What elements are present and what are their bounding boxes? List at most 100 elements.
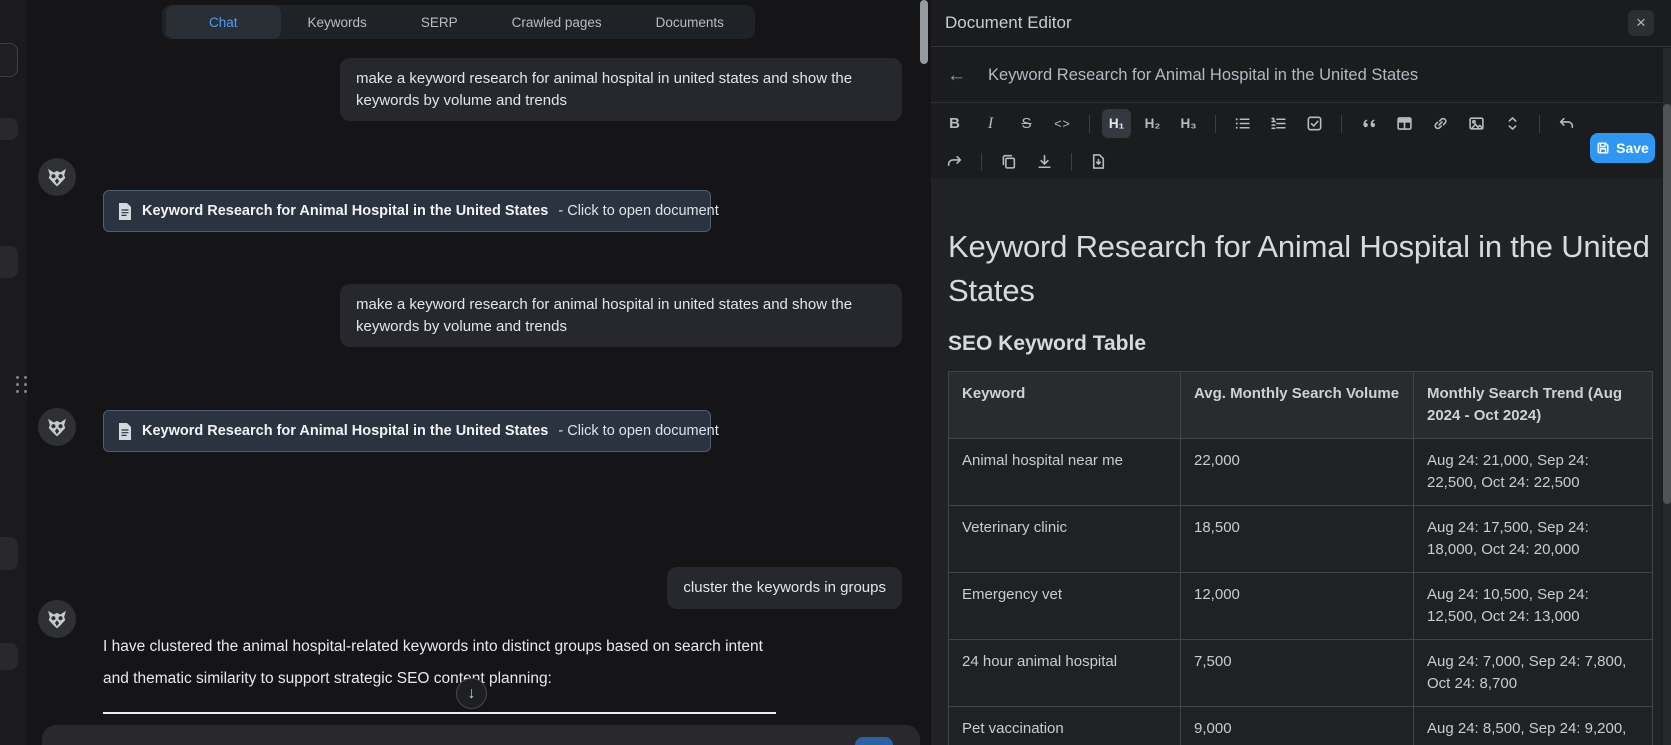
- task-list-icon: [1307, 116, 1322, 131]
- image-button[interactable]: [1462, 109, 1491, 138]
- cell-volume[interactable]: 7,500: [1180, 639, 1414, 707]
- scroll-to-bottom-button[interactable]: ↓: [456, 678, 487, 709]
- user-message-bubble: make a keyword research for animal hospi…: [340, 58, 902, 121]
- heading1-button[interactable]: H₁: [1102, 109, 1131, 138]
- toolbar-divider: [981, 152, 982, 171]
- save-icon: [1597, 142, 1609, 154]
- column-header-trend[interactable]: Monthly Search Trend (Aug 2024 - Oct 202…: [1413, 371, 1653, 439]
- cell-trend[interactable]: Aug 24: 7,000, Sep 24: 7,800, Oct 24: 8,…: [1413, 639, 1653, 707]
- bullet-list-button[interactable]: [1228, 109, 1257, 138]
- cell-volume[interactable]: 22,000: [1180, 438, 1414, 506]
- save-button-label: Save: [1616, 140, 1649, 156]
- owl-logo-icon: [48, 168, 66, 187]
- toolbar-divider: [1341, 114, 1342, 133]
- tab-chat[interactable]: Chat: [166, 5, 281, 39]
- user-message-bubble: cluster the keywords in groups: [667, 567, 902, 609]
- cell-keyword[interactable]: Veterinary clinic: [948, 505, 1181, 573]
- chat-panel: Chat Keywords SERP Crawled pages Documen…: [27, 0, 931, 745]
- tab-keywords[interactable]: Keywords: [281, 5, 394, 39]
- editor-toolbar-row-1: B I S <> H₁ H₂ H₃: [940, 109, 1581, 138]
- column-header-keyword[interactable]: Keyword: [948, 371, 1181, 439]
- assistant-avatar: [38, 408, 76, 446]
- document-link-card[interactable]: Keyword Research for Animal Hospital in …: [103, 190, 719, 232]
- ordered-list-button[interactable]: [1264, 109, 1293, 138]
- toolbar-divider: [1539, 114, 1540, 133]
- heading2-button[interactable]: H₂: [1138, 109, 1167, 138]
- cell-keyword[interactable]: Animal hospital near me: [948, 438, 1181, 506]
- copy-button[interactable]: [994, 147, 1023, 176]
- code-button[interactable]: <>: [1048, 109, 1077, 138]
- document-link-title: Keyword Research for Animal Hospital in …: [142, 423, 549, 439]
- download-button[interactable]: [1030, 147, 1059, 176]
- assistant-message-text: I have clustered the animal hospital-rel…: [103, 638, 763, 687]
- blockquote-button[interactable]: [1354, 109, 1383, 138]
- message-divider: [103, 712, 776, 714]
- vertical-spacing-icon: [1508, 117, 1517, 130]
- cell-trend[interactable]: Aug 24: 21,000, Sep 24: 22,500, Oct 24: …: [1413, 438, 1653, 506]
- save-button[interactable]: Save: [1590, 133, 1655, 163]
- strikethrough-button[interactable]: S: [1012, 109, 1041, 138]
- document-heading[interactable]: Keyword Research for Animal Hospital in …: [948, 225, 1654, 313]
- quote-icon: [1363, 119, 1376, 128]
- editor-doc-title: Keyword Research for Animal Hospital in …: [988, 65, 1419, 84]
- task-list-button[interactable]: [1300, 109, 1329, 138]
- table-row: Pet vaccination 9,000 Aug 24: 8,500, Sep…: [948, 706, 1653, 745]
- document-icon: [119, 422, 131, 440]
- editor-scrollbar-track[interactable]: [1663, 48, 1671, 745]
- redo-icon: [947, 155, 962, 167]
- document-link-hint: - Click to open document: [558, 423, 719, 439]
- tab-serp[interactable]: SERP: [394, 5, 485, 39]
- table-row: Veterinary clinic 18,500 Aug 24: 17,500,…: [948, 505, 1653, 573]
- cell-trend[interactable]: Aug 24: 10,500, Sep 24: 12,500, Oct 24: …: [1413, 572, 1653, 640]
- export-pdf-button[interactable]: [1084, 147, 1113, 176]
- editor-scrollbar-thumb[interactable]: [1663, 104, 1671, 504]
- toolbar-divider: [1071, 152, 1072, 171]
- column-header-volume[interactable]: Avg. Monthly Search Volume: [1180, 371, 1414, 439]
- document-subheading[interactable]: SEO Keyword Table: [948, 332, 1652, 356]
- rail-item-fragment: [0, 43, 18, 77]
- bold-button[interactable]: B: [940, 109, 969, 138]
- user-message-bubble: make a keyword research for animal hospi…: [340, 284, 902, 347]
- cell-keyword[interactable]: Emergency vet: [948, 572, 1181, 640]
- cell-keyword[interactable]: Pet vaccination: [948, 706, 1181, 745]
- bullet-list-icon: [1235, 118, 1250, 129]
- image-icon: [1469, 117, 1484, 130]
- table-button[interactable]: [1390, 109, 1419, 138]
- table-icon: [1397, 117, 1412, 130]
- close-panel-button[interactable]: ×: [1628, 10, 1654, 36]
- document-editor-panel: Document Editor × ← Keyword Research for…: [931, 0, 1671, 745]
- cell-trend[interactable]: Aug 24: 17,500, Sep 24: 18,000, Oct 24: …: [1413, 505, 1653, 573]
- tab-documents[interactable]: Documents: [629, 5, 751, 39]
- chat-input[interactable]: [42, 725, 920, 745]
- back-arrow-icon[interactable]: ←: [947, 66, 966, 85]
- document-link-title: Keyword Research for Animal Hospital in …: [142, 203, 549, 219]
- italic-button[interactable]: I: [976, 109, 1005, 138]
- editor-doc-nav: ← Keyword Research for Animal Hospital i…: [931, 48, 1671, 103]
- close-icon: ×: [1636, 13, 1646, 32]
- redo-button[interactable]: [940, 147, 969, 176]
- rail-item-fragment: [0, 118, 18, 140]
- cell-keyword[interactable]: 24 hour animal hospital: [948, 639, 1181, 707]
- horizontal-rule-button[interactable]: [1498, 109, 1527, 138]
- toolbar-divider: [1089, 114, 1090, 133]
- undo-button[interactable]: [1552, 109, 1581, 138]
- tab-crawled-pages[interactable]: Crawled pages: [485, 5, 629, 39]
- cell-trend[interactable]: Aug 24: 8,500, Sep 24: 9,200, Oct 24: 9,…: [1413, 706, 1653, 745]
- owl-logo-icon: [48, 610, 66, 629]
- file-export-icon: [1092, 154, 1105, 169]
- heading3-button[interactable]: H₃: [1174, 109, 1203, 138]
- link-button[interactable]: [1426, 109, 1455, 138]
- document-link-card[interactable]: Keyword Research for Animal Hospital in …: [103, 410, 719, 452]
- chat-scrollbar-thumb[interactable]: [920, 0, 928, 64]
- rail-item-fragment: [0, 246, 18, 278]
- toolbar-divider: [1215, 114, 1216, 133]
- app-window: Chat Keywords SERP Crawled pages Documen…: [0, 0, 1671, 745]
- document-link-hint: - Click to open document: [558, 203, 719, 219]
- rail-item-fragment: [0, 643, 18, 670]
- left-rail: [0, 0, 27, 745]
- cell-volume[interactable]: 9,000: [1180, 706, 1414, 745]
- cell-volume[interactable]: 12,000: [1180, 572, 1414, 640]
- send-button[interactable]: [855, 737, 893, 745]
- cell-volume[interactable]: 18,500: [1180, 505, 1414, 573]
- seo-keyword-table[interactable]: Keyword Avg. Monthly Search Volume Month…: [948, 371, 1653, 745]
